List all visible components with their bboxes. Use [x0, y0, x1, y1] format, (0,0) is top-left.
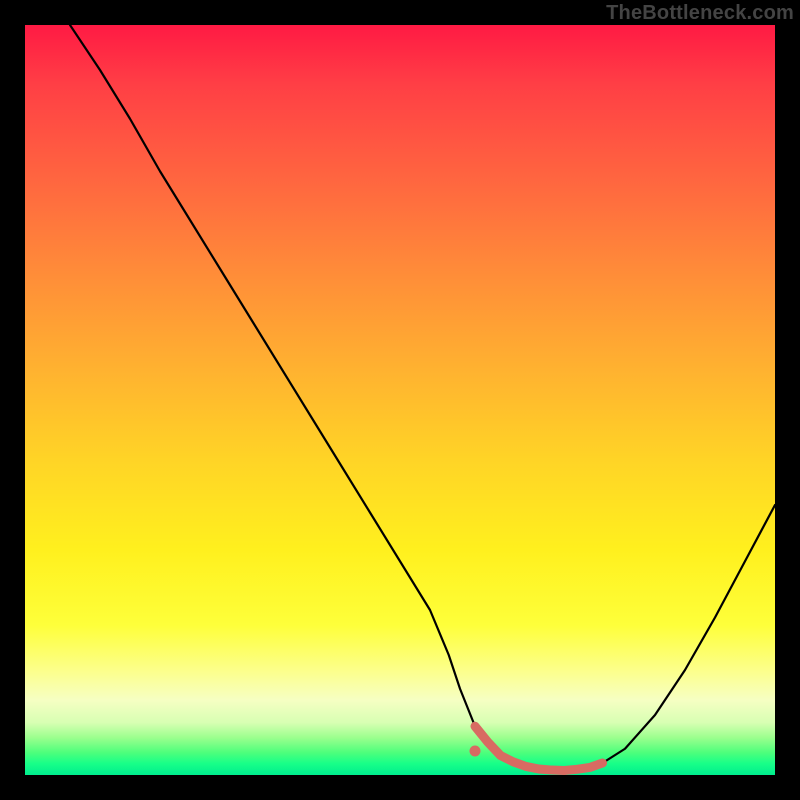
plot-area — [25, 25, 775, 775]
highlight-dot-icon — [470, 746, 481, 757]
watermark-text: TheBottleneck.com — [606, 2, 794, 25]
optimal-range-highlight — [475, 726, 603, 770]
chart-frame: TheBottleneck.com — [0, 0, 800, 800]
chart-svg — [25, 25, 775, 775]
bottleneck-curve — [70, 25, 775, 771]
